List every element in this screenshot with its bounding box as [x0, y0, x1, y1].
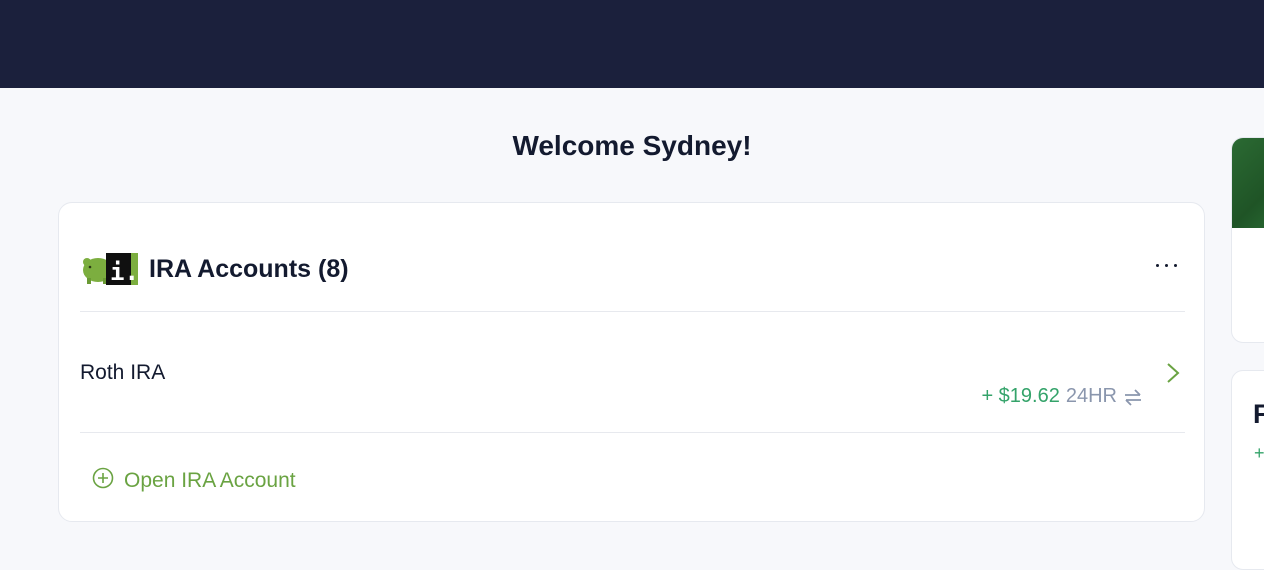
- logo-text: i.: [110, 258, 139, 286]
- side-promo-card[interactable]: [1231, 137, 1264, 343]
- more-options-button[interactable]: [1154, 255, 1180, 275]
- row-divider: [80, 432, 1185, 433]
- welcome-heading: Welcome Sydney!: [512, 130, 752, 161]
- open-ira-account-link[interactable]: Open IRA Account: [92, 467, 296, 494]
- side-card-change: +: [1254, 443, 1264, 463]
- menu-dot: [1165, 264, 1168, 267]
- open-ira-account-label: Open IRA Account: [124, 468, 296, 492]
- account-change: + $19.62 24HR: [981, 385, 1143, 408]
- ira-accounts-card: i. IRA Accounts (8) Roth IRA + $19.62 24…: [58, 202, 1205, 522]
- side-account-card: F +: [1231, 370, 1264, 570]
- account-row-roth-ira[interactable]: Roth IRA + $19.62 24HR: [80, 341, 1185, 431]
- menu-dot: [1174, 264, 1177, 267]
- chevron-right-icon[interactable]: [1165, 361, 1181, 385]
- ira-card-header: i. IRA Accounts (8): [81, 249, 349, 289]
- change-period: 24HR: [1065, 385, 1117, 407]
- side-card-title: F: [1253, 399, 1264, 430]
- promo-banner-image: [1232, 138, 1264, 228]
- header-divider: [80, 311, 1185, 312]
- more-horizontal-icon: [1156, 264, 1159, 267]
- top-nav-bar: [0, 0, 1264, 88]
- account-name: Roth IRA: [80, 361, 166, 384]
- swap-arrows-icon[interactable]: [1123, 388, 1143, 406]
- ira-card-title: IRA Accounts (8): [149, 254, 349, 283]
- piggy-bank-logo-icon: i.: [81, 252, 139, 286]
- plus-circle-icon: [92, 467, 114, 494]
- change-amount: + $19.62: [981, 385, 1060, 407]
